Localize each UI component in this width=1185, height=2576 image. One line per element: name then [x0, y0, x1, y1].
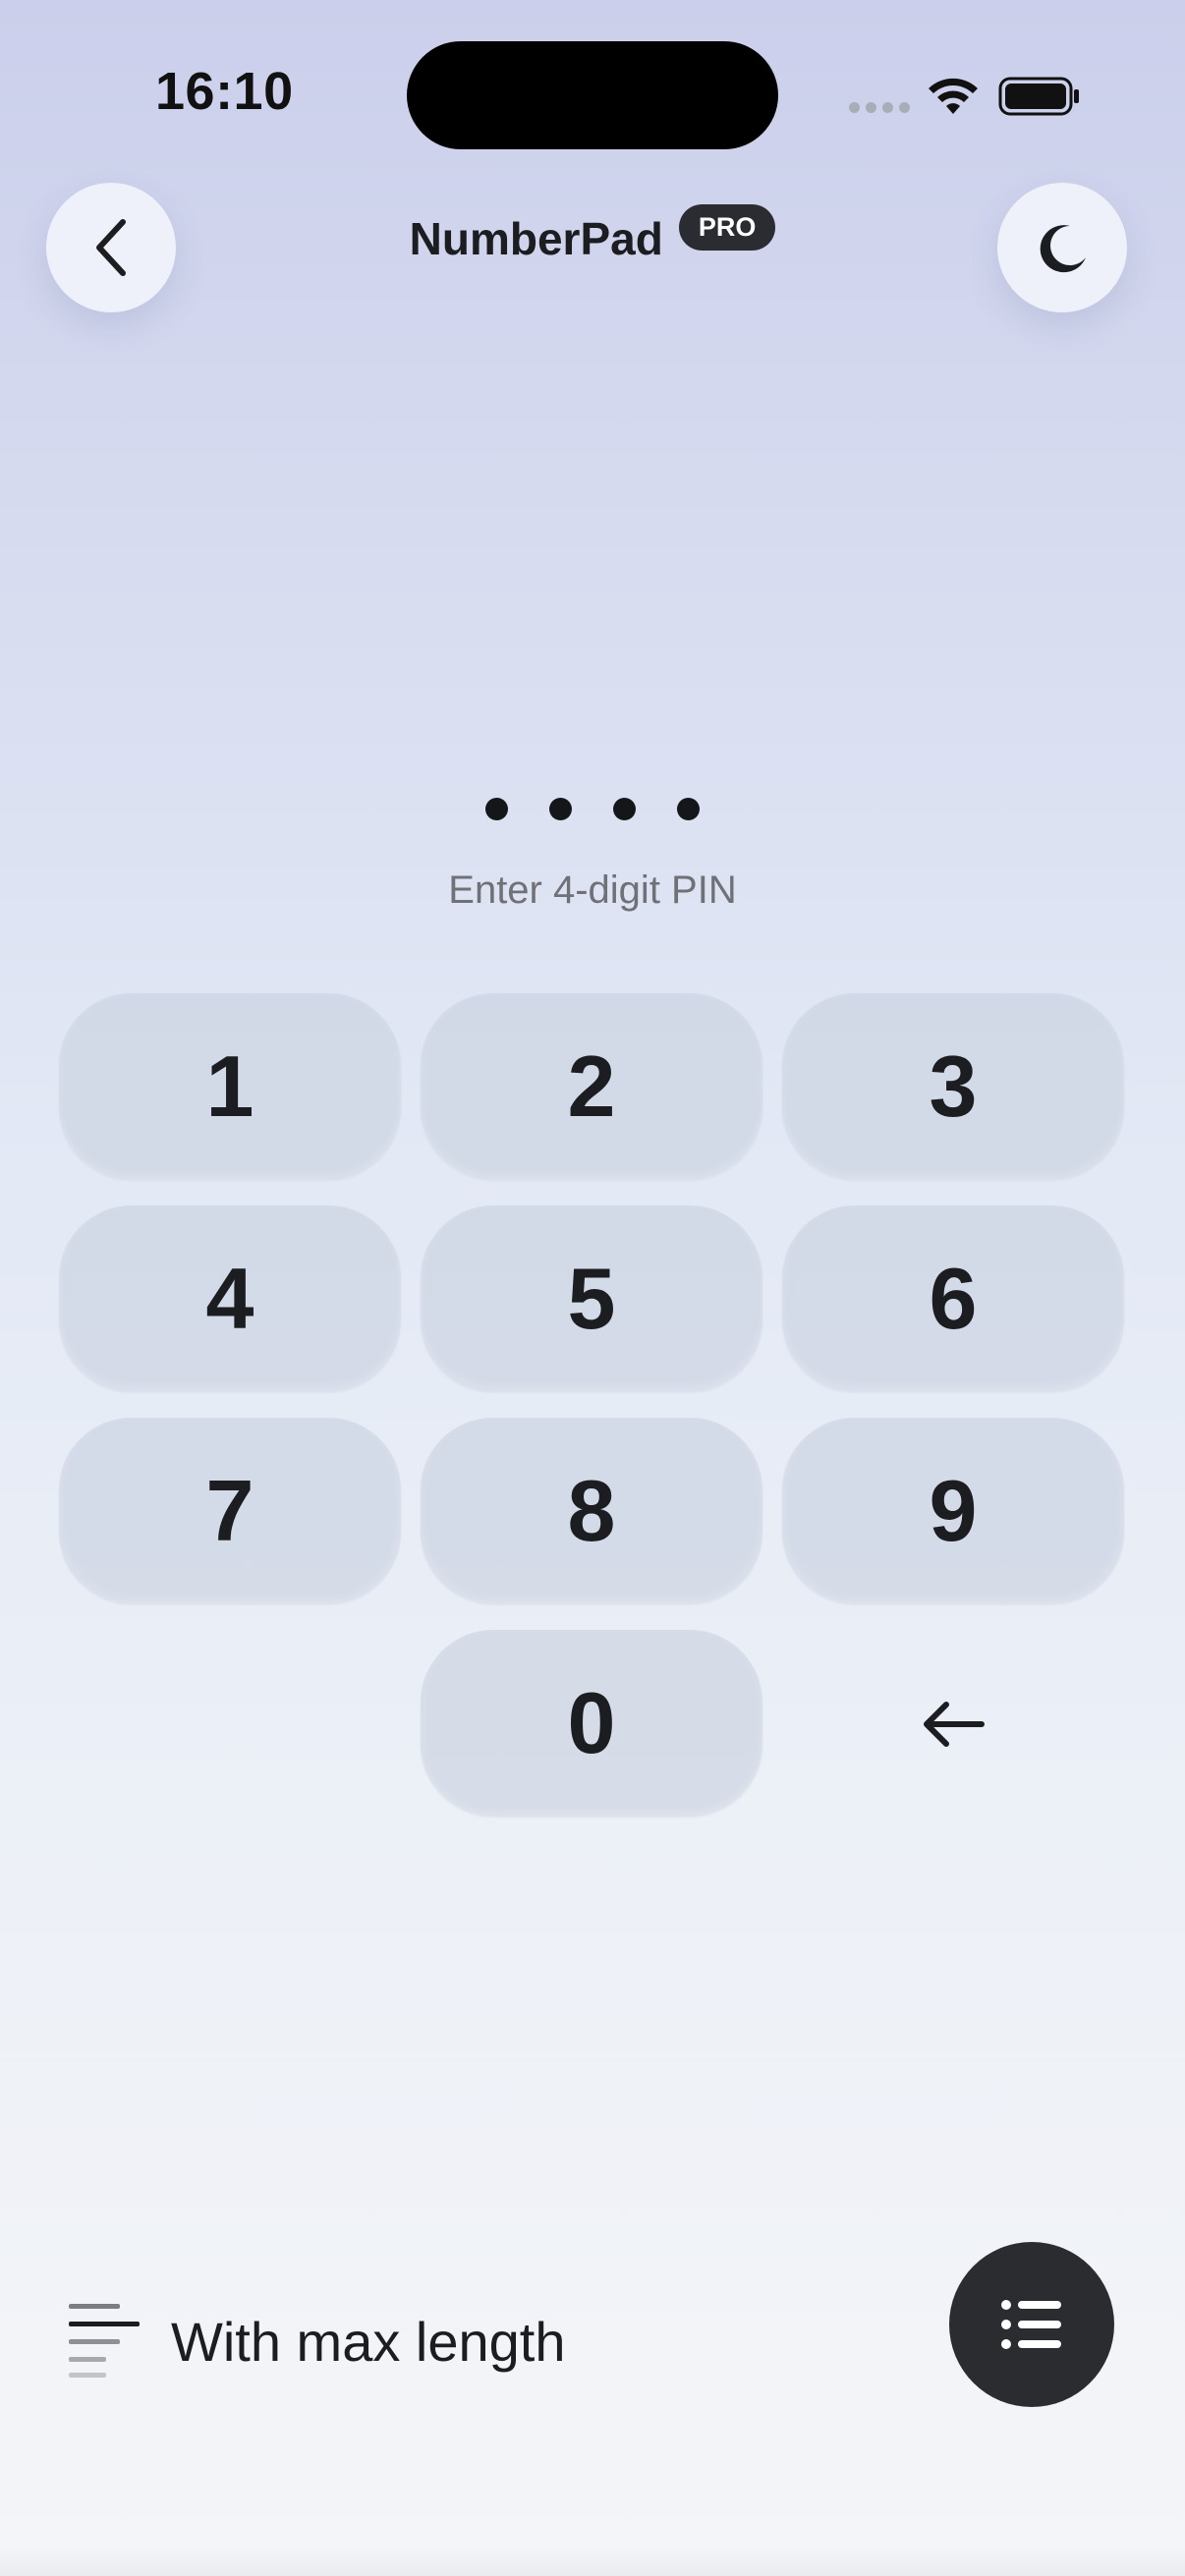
pin-dot [485, 798, 508, 820]
pin-prompt: Enter 4-digit PIN [448, 868, 737, 912]
arrow-left-icon [924, 1702, 985, 1747]
pin-dots [0, 798, 1185, 820]
key-8[interactable]: 8 [421, 1418, 762, 1604]
key-1[interactable]: 1 [59, 993, 401, 1180]
backspace-button[interactable] [782, 1631, 1124, 1818]
key-4[interactable]: 4 [59, 1205, 401, 1392]
key-5[interactable]: 5 [421, 1205, 762, 1392]
moon-icon [1040, 225, 1086, 273]
cellular-signal-icon [849, 102, 910, 113]
theme-toggle-button[interactable] [997, 183, 1127, 312]
key-3[interactable]: 3 [782, 993, 1124, 1180]
status-bar: 16:10 [0, 0, 1185, 187]
examples-menu-button[interactable] [949, 2242, 1114, 2407]
key-9[interactable]: 9 [782, 1418, 1124, 1604]
page-title: NumberPad [409, 213, 663, 264]
dynamic-island [407, 41, 778, 149]
key-2[interactable]: 2 [421, 993, 762, 1180]
status-time: 16:10 [155, 62, 294, 121]
list-icon [1001, 2300, 1061, 2349]
lines-icon [69, 2304, 140, 2378]
pin-dot [549, 798, 572, 820]
home-indicator [0, 2547, 1185, 2576]
pin-dot [677, 798, 700, 820]
pin-dot [613, 798, 636, 820]
key-6[interactable]: 6 [782, 1205, 1124, 1392]
wifi-icon [929, 78, 978, 114]
battery-icon [998, 77, 1079, 116]
key-7[interactable]: 7 [59, 1418, 401, 1604]
mode-label: With max length [171, 2310, 566, 2373]
key-0[interactable]: 0 [421, 1630, 762, 1817]
mode-indicator: With max length [67, 2297, 566, 2385]
pro-badge: PRO [678, 203, 776, 251]
